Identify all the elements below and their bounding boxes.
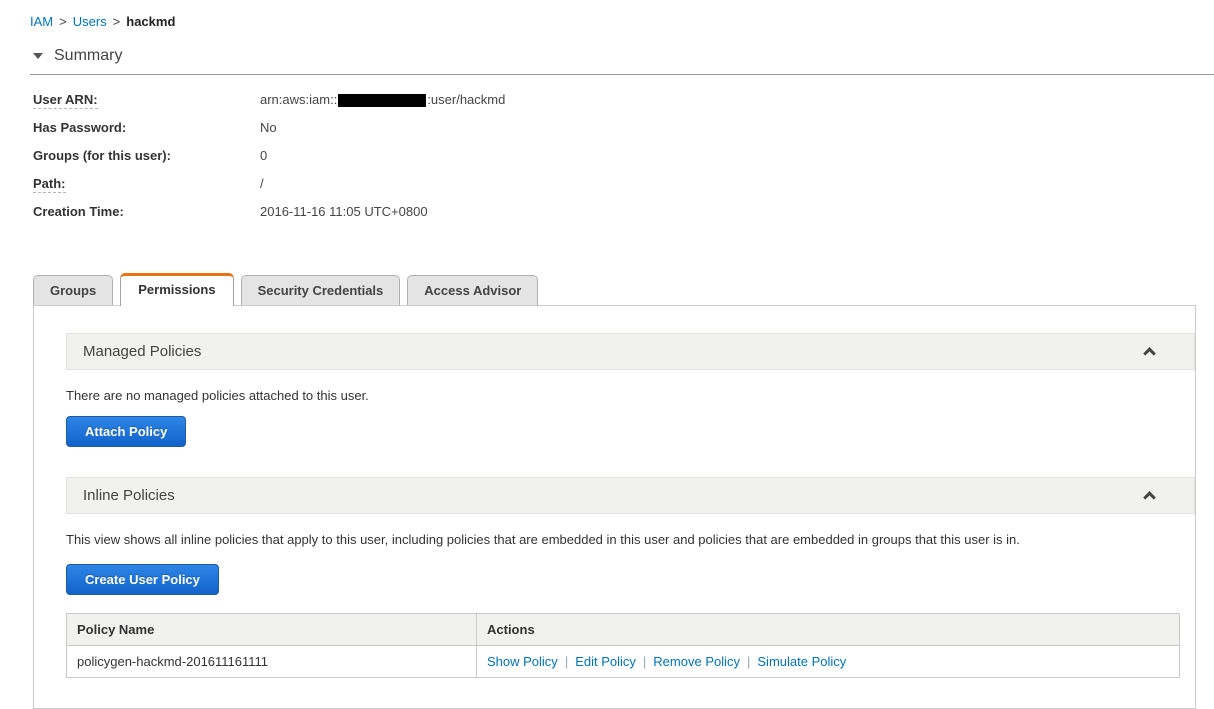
summary-row-path: Path: / xyxy=(33,174,1214,193)
chevron-up-icon[interactable] xyxy=(1143,491,1156,504)
show-policy-link[interactable]: Show Policy xyxy=(487,654,558,669)
simulate-policy-link[interactable]: Simulate Policy xyxy=(757,654,846,669)
has-password-label: Has Password: xyxy=(33,120,127,135)
managed-policies-title: Managed Policies xyxy=(83,343,202,360)
create-user-policy-button[interactable]: Create User Policy xyxy=(66,564,219,595)
inline-policies-table: Policy Name Actions policygen-hackmd-201… xyxy=(66,613,1180,678)
managed-policies-body: There are no managed policies attached t… xyxy=(66,370,1195,447)
breadcrumb-separator: > xyxy=(112,14,121,29)
user-arn-value: arn:aws:iam:::user/hackmd xyxy=(260,92,506,107)
has-password-value: No xyxy=(260,120,277,135)
user-arn-label: User ARN: xyxy=(33,92,98,109)
collapse-triangle-icon[interactable] xyxy=(33,53,43,59)
inline-policies-description: This view shows all inline policies that… xyxy=(66,532,1020,547)
summary-divider xyxy=(30,74,1214,75)
inline-policies-header[interactable]: Inline Policies xyxy=(66,477,1195,514)
action-separator: | xyxy=(642,654,647,669)
inline-policies-body: This view shows all inline policies that… xyxy=(66,514,1195,678)
inline-policies-title: Inline Policies xyxy=(83,487,175,504)
summary-row-creation-time: Creation Time: 2016-11-16 11:05 UTC+0800 xyxy=(33,202,1214,221)
summary-row-user-arn: User ARN: arn:aws:iam:::user/hackmd xyxy=(33,90,1214,109)
redacted-account-id xyxy=(338,94,427,107)
path-value: / xyxy=(260,176,264,191)
column-header-policy-name: Policy Name xyxy=(66,613,477,646)
table-row: policygen-hackmd-201611161111 Show Polic… xyxy=(66,645,1180,678)
summary-header: Summary xyxy=(33,47,1214,65)
permissions-tab-panel: Managed Policies There are no managed po… xyxy=(33,305,1196,709)
action-separator: | xyxy=(747,654,751,669)
groups-count-value: 0 xyxy=(260,148,268,163)
managed-policies-section: Managed Policies There are no managed po… xyxy=(66,333,1195,447)
column-header-actions: Actions xyxy=(476,613,1180,646)
chevron-up-icon[interactable] xyxy=(1143,347,1156,360)
breadcrumb-link-users[interactable]: Users xyxy=(73,14,107,29)
groups-count-label: Groups (for this user): xyxy=(33,148,171,163)
summary-row-has-password: Has Password: No xyxy=(33,118,1214,137)
summary-title: Summary xyxy=(54,47,123,64)
inline-policies-section: Inline Policies This view shows all inli… xyxy=(66,477,1195,678)
breadcrumb: IAM > Users > hackmd xyxy=(0,0,1214,29)
edit-policy-link[interactable]: Edit Policy xyxy=(575,654,636,669)
action-separator: | xyxy=(564,654,569,669)
policy-name-cell: policygen-hackmd-201611161111 xyxy=(66,645,477,678)
table-header-row: Policy Name Actions xyxy=(66,613,1180,646)
attach-policy-button[interactable]: Attach Policy xyxy=(66,416,187,447)
creation-time-label: Creation Time: xyxy=(33,204,124,219)
path-label: Path: xyxy=(33,176,66,193)
breadcrumb-current-user: hackmd xyxy=(126,14,176,29)
breadcrumb-separator: > xyxy=(59,14,67,29)
managed-policies-header[interactable]: Managed Policies xyxy=(66,333,1195,370)
managed-policies-empty-text: There are no managed policies attached t… xyxy=(66,388,369,403)
tab-access-advisor[interactable]: Access Advisor xyxy=(407,275,539,305)
summary-row-groups: Groups (for this user): 0 xyxy=(33,146,1214,165)
tab-permissions[interactable]: Permissions xyxy=(120,273,234,306)
breadcrumb-link-iam[interactable]: IAM xyxy=(30,14,53,29)
tab-security-credentials[interactable]: Security Credentials xyxy=(240,275,401,305)
tab-bar: Groups Permissions Security Credentials … xyxy=(33,273,1214,306)
remove-policy-link[interactable]: Remove Policy xyxy=(653,654,740,669)
tab-groups[interactable]: Groups xyxy=(33,275,114,305)
policy-actions-cell: Show Policy | Edit Policy | Remove Policy | Si… xyxy=(476,645,1180,678)
summary-fields: User ARN: arn:aws:iam:::user/hackmd Has … xyxy=(33,90,1214,221)
creation-time-value: 2016-11-16 11:05 UTC+0800 xyxy=(260,204,428,219)
